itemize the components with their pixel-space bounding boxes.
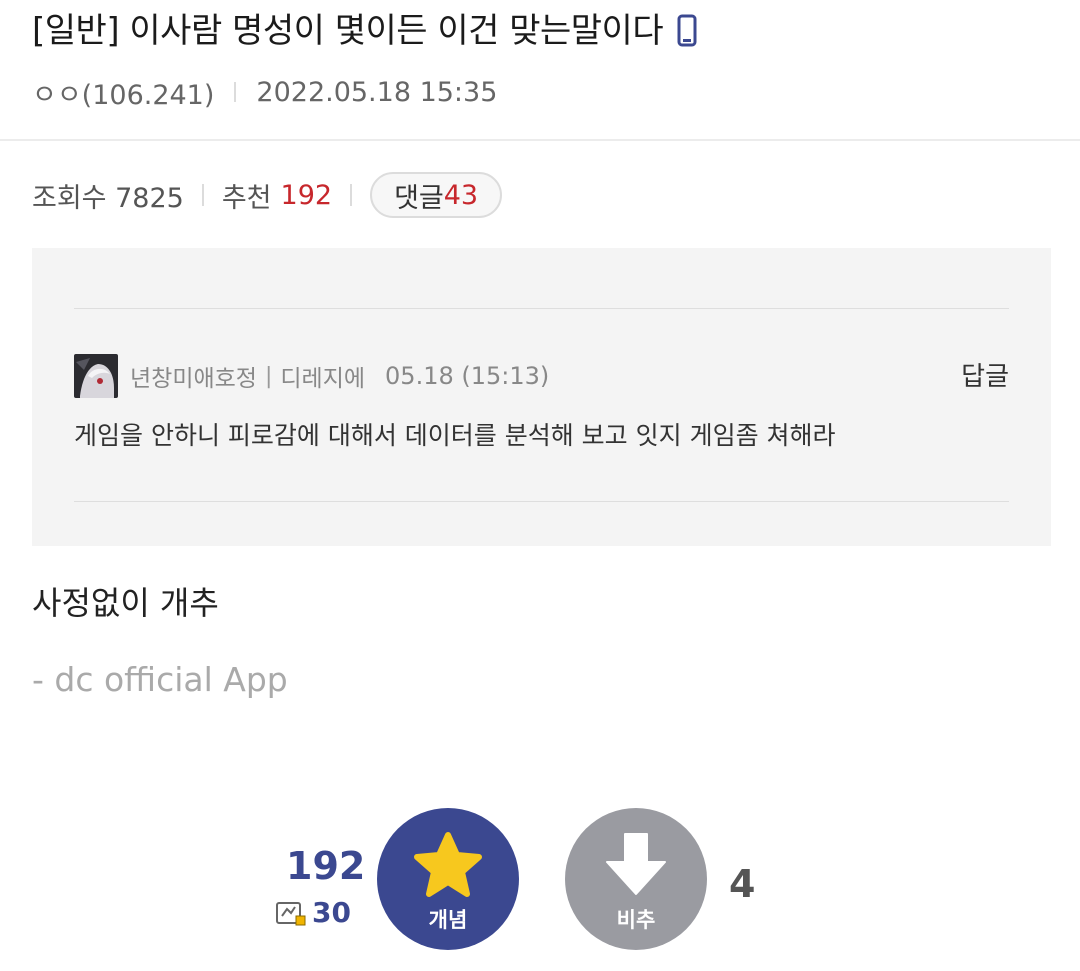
- upvote-button[interactable]: 개념: [377, 808, 519, 950]
- avatar[interactable]: [74, 354, 118, 398]
- post-title: [일반] 이사람 명성이 몇이든 이건 맞는말이다: [32, 11, 664, 51]
- downvote-count: 4: [729, 862, 756, 906]
- quote-divider: [74, 501, 1009, 502]
- quoted-comment-text: 게임을 안하니 피로감에 대해서 데이터를 분석해 보고 잇지 게임좀 쳐해라: [74, 421, 836, 450]
- quote-divider: [74, 308, 1009, 309]
- commenter-gallery: 디레지에: [280, 366, 366, 392]
- reply-button: 답글: [961, 362, 1009, 392]
- stats-divider: [201, 184, 204, 206]
- header-divider: [0, 139, 1080, 141]
- downvote-label: 비추: [616, 908, 656, 932]
- fixed-user-row: 30: [276, 896, 351, 929]
- post-stats: 조회수 7825 추천 192 댓글 43: [32, 172, 503, 218]
- comments-count: 43: [443, 179, 479, 211]
- downvote-button[interactable]: 비추: [565, 808, 707, 950]
- commenter-separator: |: [264, 363, 273, 389]
- commenter-info: 년창미애호정 | 디레지에 05.18 (15:13): [74, 354, 549, 398]
- post-body-text: 사정없이 개추: [32, 584, 219, 622]
- commenter-nickname[interactable]: 년창미애호정: [130, 359, 257, 393]
- star-icon: [414, 832, 482, 897]
- post-date: 2022.05.18 15:35: [256, 76, 498, 108]
- meta-divider: [234, 82, 237, 102]
- fixed-user-count: 30: [312, 896, 351, 929]
- post-header: [일반] 이사람 명성이 몇이든 이건 맞는말이다: [32, 8, 697, 54]
- app-signature: - dc official App: [32, 660, 288, 699]
- recommend-count: 192: [280, 179, 333, 211]
- quoted-comment-screenshot: 년창미애호정 | 디레지에 05.18 (15:13) 답글 게임을 안하니 피…: [32, 248, 1051, 546]
- upvote-label: 개념: [428, 908, 468, 932]
- author-name[interactable]: ㅇㅇ(106.241): [32, 73, 214, 112]
- comment-date: 05.18 (15:13): [385, 362, 550, 390]
- mobile-icon: [677, 14, 697, 47]
- vote-section: 192 30 개념 비추 4: [0, 806, 1080, 956]
- fixed-user-icon: [276, 901, 306, 925]
- cropped-text-remnant: [74, 248, 404, 254]
- comments-label: 댓글: [394, 182, 444, 214]
- post-meta: ㅇㅇ(106.241) 2022.05.18 15:35: [32, 72, 497, 112]
- stats-divider: [350, 184, 353, 206]
- comments-button[interactable]: 댓글 43: [370, 172, 503, 218]
- arrow-down-icon: [606, 833, 666, 895]
- view-count: 조회수 7825: [32, 182, 184, 214]
- recommend-label: 추천: [221, 182, 272, 214]
- upvote-count: 192: [286, 844, 366, 888]
